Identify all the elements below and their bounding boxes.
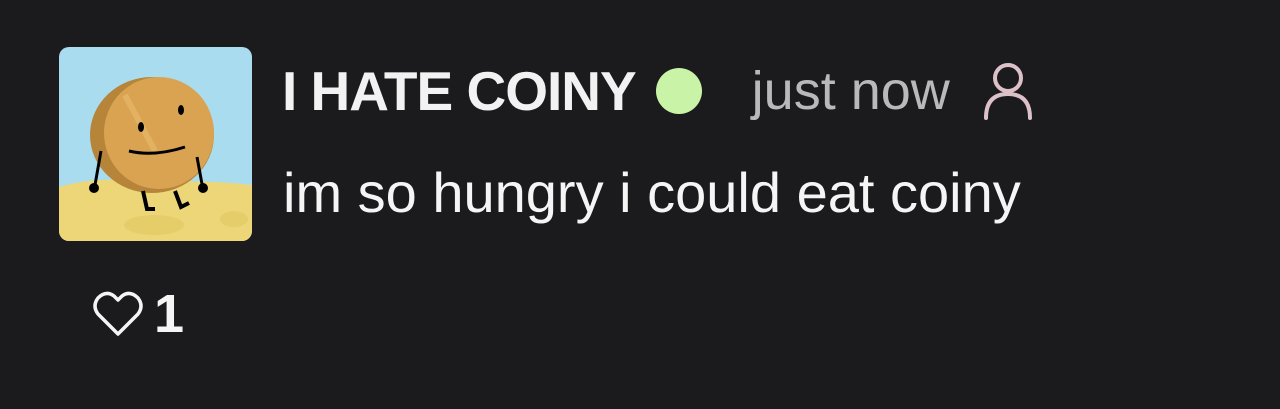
message-text: im so hungry i could eat coiny	[283, 161, 1021, 224]
timestamp: just now	[751, 61, 950, 121]
user-avatar[interactable]	[59, 47, 252, 241]
like-count: 1	[154, 284, 185, 344]
message-header: I HATE COINY just now	[282, 56, 1036, 126]
online-dot-icon	[655, 68, 702, 114]
username[interactable]: I HATE COINY	[282, 59, 637, 123]
chat-message: I HATE COINY just now im so hungry i cou…	[0, 0, 1280, 409]
coiny-avatar-icon	[59, 47, 252, 241]
heart-icon	[93, 291, 143, 336]
like-button[interactable]: 1	[90, 283, 184, 345]
person-icon[interactable]	[980, 60, 1036, 122]
